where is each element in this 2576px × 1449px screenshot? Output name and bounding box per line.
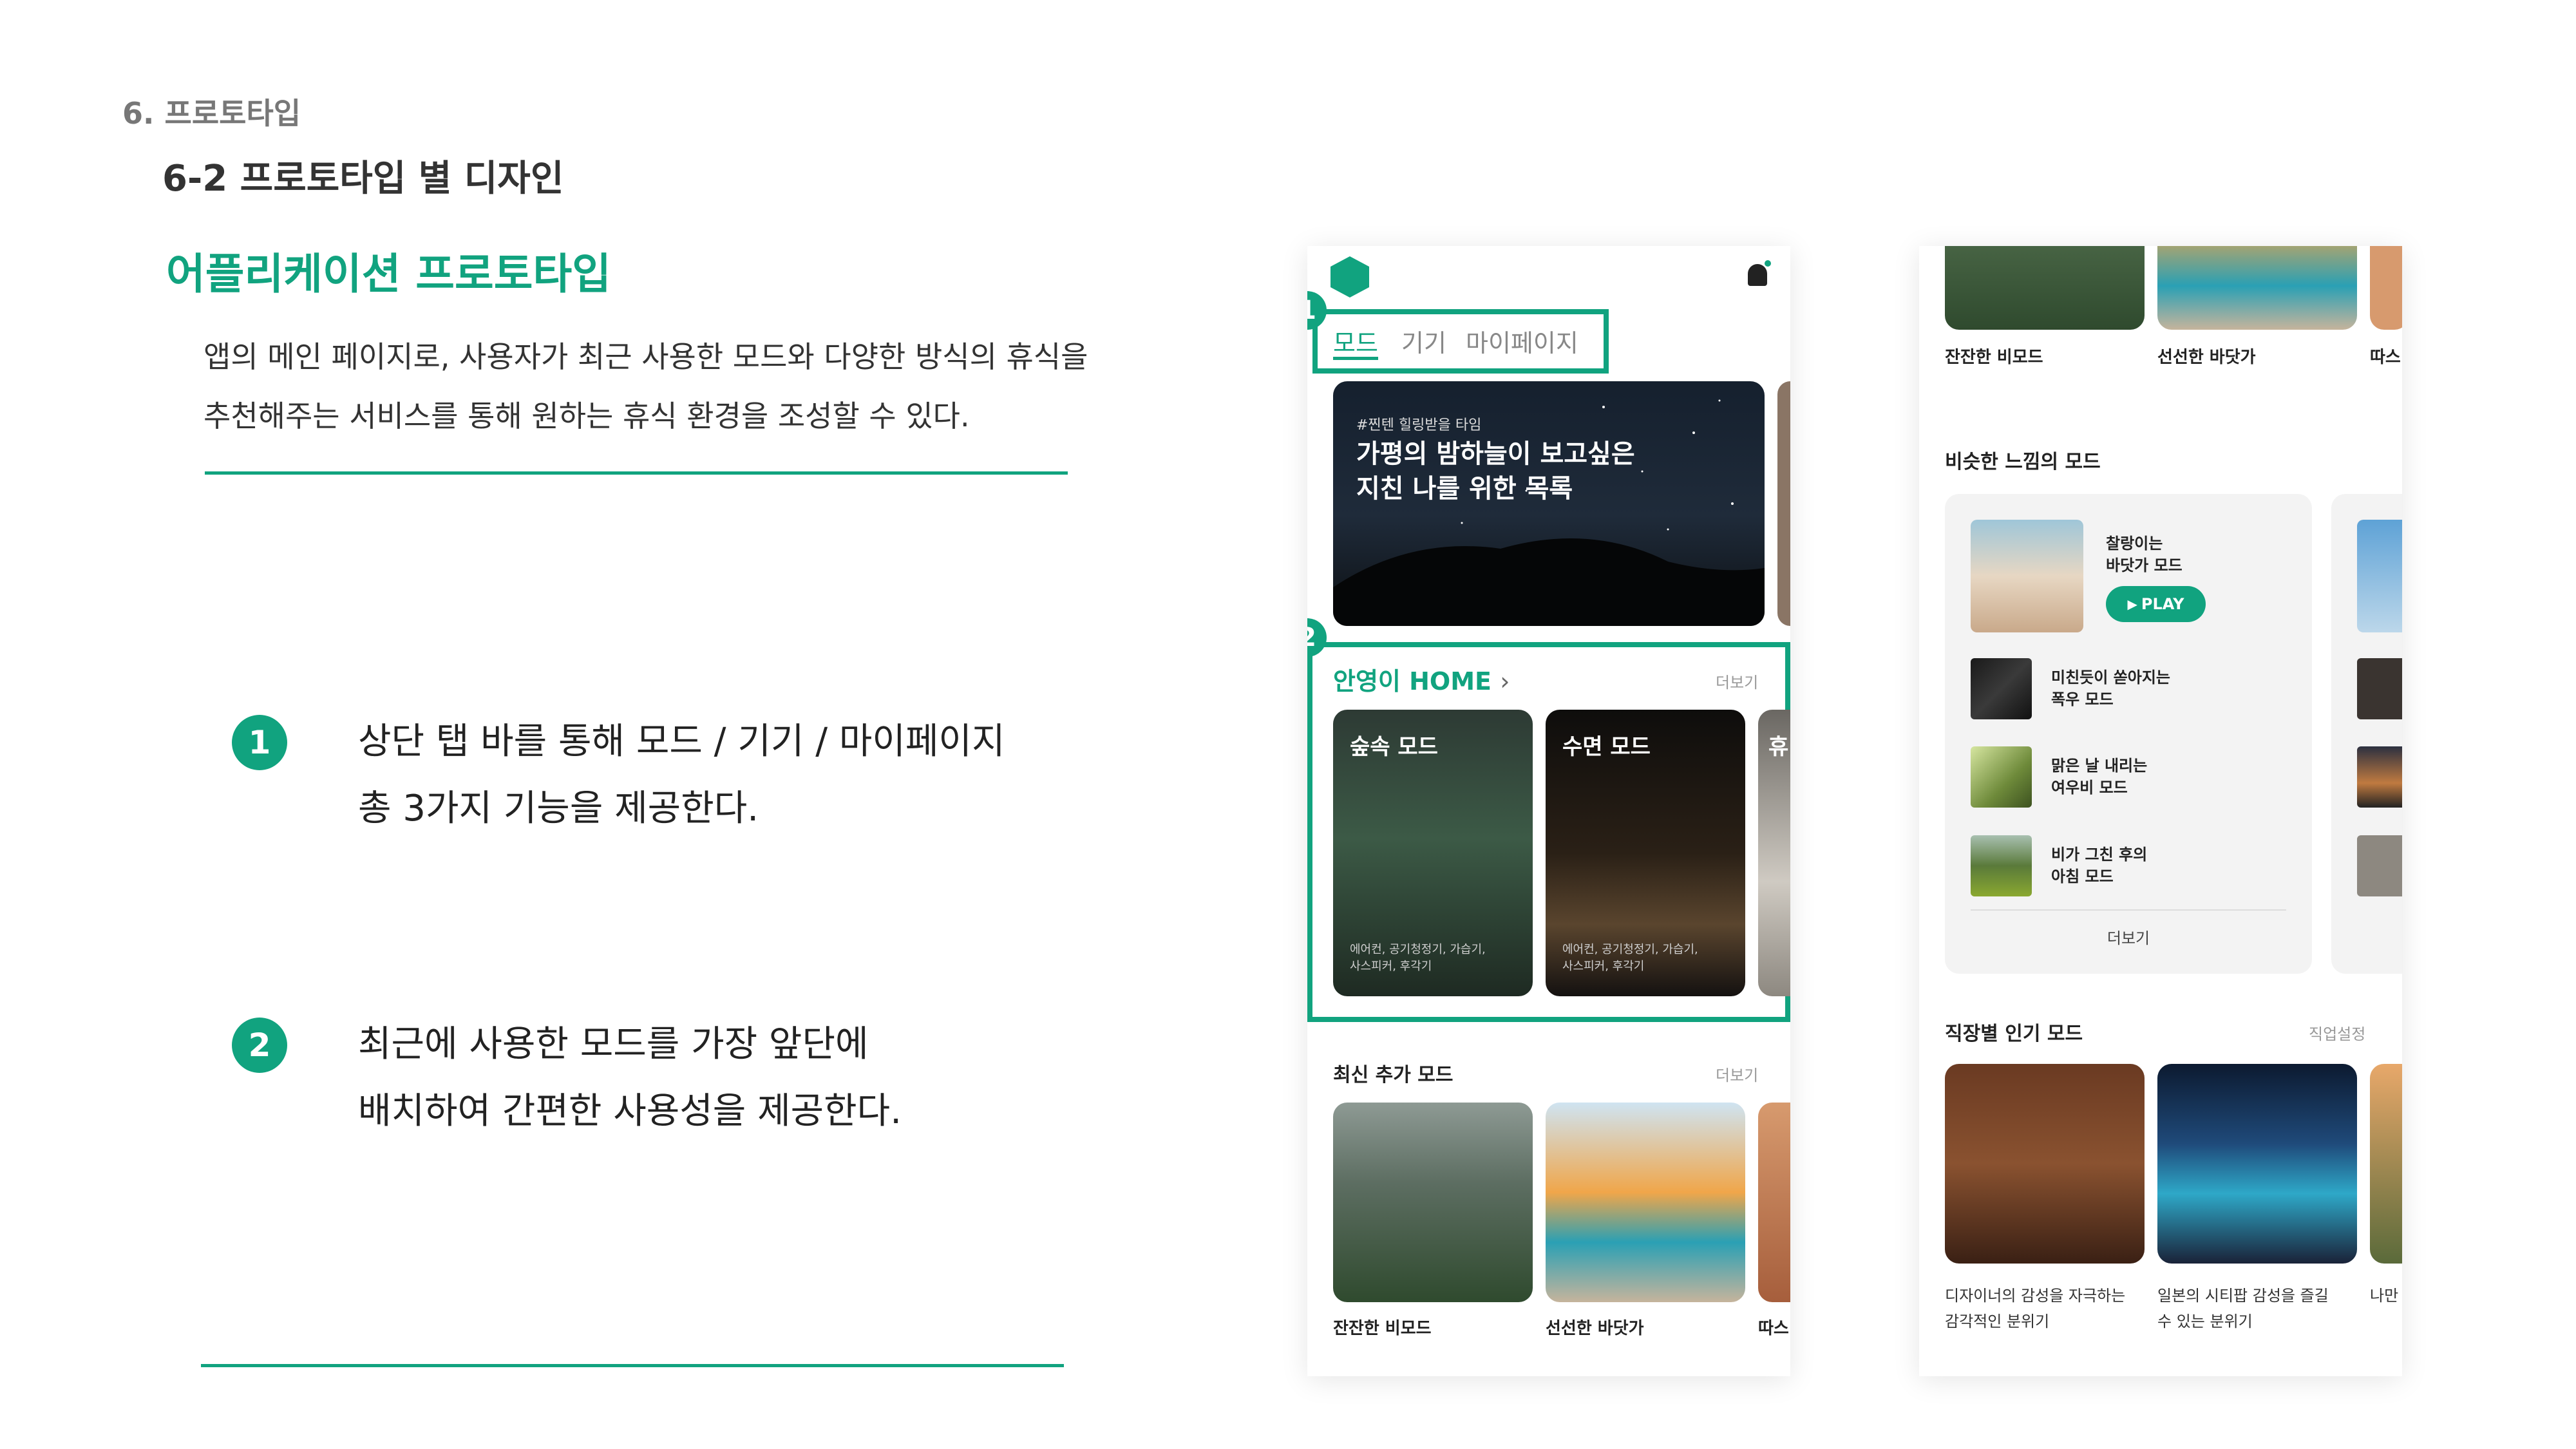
featured-title-line: 찰랑이는 (2106, 535, 2163, 553)
list-item-line: 여우비 모드 (2051, 779, 2128, 797)
play-button[interactable]: ▶ PLAY (2106, 586, 2206, 622)
banner-tag: #찐텐 힐링받을 타임 (1356, 417, 1482, 433)
section-label: 6. 프로토타입 (122, 96, 301, 131)
list-divider (1971, 909, 2286, 911)
banner-title-line: 지친 나를 위한 목록 (1356, 474, 1573, 504)
job-setting-link[interactable]: 직업설정 (2309, 1021, 2365, 1044)
caption-line: 나만 (2370, 1287, 2399, 1305)
home-section-title[interactable]: 안영이 HOME › (1333, 661, 1510, 697)
list-item-line: 맑은 날 내리는 (2051, 757, 2148, 775)
point-line: 총 3가지 기능을 제공한다. (358, 788, 759, 829)
point-number-badge: 1 (232, 715, 287, 770)
mode-card-sleep[interactable]: 수면 모드 에어컨, 공기청정기, 가습기, 사스피커, 후각기 (1546, 710, 1745, 996)
list-item-line: 폭우 모드 (2051, 690, 2114, 708)
home-title-text: 안영이 HOME (1333, 667, 1492, 696)
banner-title-line: 가평의 밤하늘이 보고싶은 (1356, 439, 1635, 469)
more-link[interactable]: 더보기 (1945, 925, 2312, 948)
thumb-label: 선선한 바닷가 (1546, 1319, 1644, 1338)
latest-section-title: 최신 추가 모드 (1333, 1064, 1454, 1086)
more-link[interactable]: 더보기 (1716, 670, 1758, 692)
description-line: 앱의 메인 페이지로, 사용자가 최근 사용한 모드와 다양한 방식의 휴식을 (204, 339, 1088, 374)
bell-icon[interactable] (1748, 264, 1767, 286)
thumb-label: 따스 (1758, 1319, 1789, 1338)
job-item-caption: 나만 (2370, 1283, 2398, 1309)
card-sub-line: 에어컨, 공기청정기, 가습기, (1562, 943, 1698, 956)
more-link[interactable]: 더보기 (1716, 1063, 1758, 1085)
app-logo-icon (1331, 256, 1369, 298)
card-sub-line: 에어컨, 공기청정기, 가습기, (1350, 943, 1486, 956)
list-item-title[interactable]: 비가 그친 후의 아침 모드 (2051, 844, 2147, 887)
point-text: 상단 탭 바를 통해 모드 / 기기 / 마이페이지 총 3가지 기능을 제공한… (358, 708, 1131, 842)
job-section-title: 직장별 인기 모드 (1945, 1023, 2083, 1045)
list-item-line: 미친듯이 쏟아지는 (2051, 668, 2170, 687)
mode-card-forest[interactable]: 숲속 모드 에어컨, 공기청정기, 가습기, 사스피커, 후각기 (1333, 710, 1533, 996)
list-thumb[interactable] (1971, 658, 2032, 719)
thumb-peek[interactable] (2370, 1064, 2402, 1264)
thumb-label: 따스 (2370, 348, 2401, 367)
point-line: 상단 탭 바를 통해 모드 / 기기 / 마이페이지 (358, 721, 1005, 762)
play-label: PLAY (2141, 595, 2184, 613)
list-thumb[interactable] (2357, 658, 2402, 719)
thumb-label: 잔잔한 비모드 (1333, 1319, 1432, 1338)
card-subtitle: 에어컨, 공기청정기, 가습기, 사스피커, 후각기 (1562, 942, 1698, 975)
featured-title: 찰랑이는 바닷가 모드 (2106, 533, 2183, 576)
caption-line: 수 있는 분위기 (2157, 1312, 2253, 1331)
chevron-right-icon: › (1500, 667, 1510, 696)
caption-line: 일본의 시티팝 감성을 즐길 (2157, 1287, 2329, 1305)
sub-section-title: 6-2 프로토타입 별 디자인 (162, 158, 564, 200)
description-line: 추천해주는 서비스를 통해 원하는 휴식 환경을 조성할 수 있다. (204, 399, 970, 433)
app-scrolled-screen: 잔잔한 비모드 선선한 바닷가 따스 비슷한 느낌의 모드 찰랑이는 바닷가 모… (1919, 246, 2402, 1376)
thumb-peek[interactable] (1758, 1103, 1790, 1302)
job-item-caption: 디자이너의 감성을 자극하는 감각적인 분위기 (1945, 1283, 2125, 1334)
card-title: 숲속 모드 (1350, 734, 1438, 760)
thumb-label: 잔잔한 비모드 (1945, 348, 2043, 367)
thumb-designer[interactable] (1945, 1064, 2145, 1264)
thumb-rain[interactable] (1333, 1103, 1533, 1302)
next-banner-peek[interactable] (1777, 381, 1790, 626)
mode-card-peek[interactable]: 휴 (1758, 710, 1790, 996)
list-thumb[interactable] (2357, 835, 2402, 896)
caption-line: 디자이너의 감성을 자극하는 (1945, 1287, 2126, 1305)
point-line: 최근에 사용한 모드를 가장 앞단에 (358, 1023, 869, 1065)
similar-mode-panel: 찰랑이는 바닷가 모드 ▶ PLAY 미친듯이 쏟아지는 폭우 모드 맑은 날 … (1945, 494, 2312, 974)
list-thumb[interactable] (1971, 746, 2032, 808)
card-sub-line: 사스피커, 후각기 (1350, 960, 1432, 973)
thumb-label: 선선한 바닷가 (2157, 348, 2256, 367)
intro-description: 앱의 메인 페이지로, 사용자가 최근 사용한 모드와 다양한 방식의 휴식을 … (204, 327, 1118, 446)
featured-thumb[interactable] (2357, 520, 2402, 632)
card-subtitle: 에어컨, 공기청정기, 가습기, 사스피커, 후각기 (1350, 942, 1486, 975)
job-item-caption: 일본의 시티팝 감성을 즐길 수 있는 분위기 (2157, 1283, 2329, 1334)
caption-line: 감각적인 분위기 (1945, 1312, 2050, 1331)
card-title: 휴 (1768, 734, 1789, 760)
point-line: 배치하여 간편한 사용성을 제공한다. (358, 1090, 902, 1132)
page-title: 어플리케이션 프로토타입 (166, 249, 611, 299)
divider-top (205, 471, 1068, 475)
point-text: 최근에 사용한 모드를 가장 앞단에 배치하여 간편한 사용성을 제공한다. (358, 1011, 1131, 1145)
list-item-title[interactable]: 맑은 날 내리는 여우비 모드 (2051, 755, 2147, 799)
highlight-box-tabs (1312, 309, 1609, 374)
thumb-city[interactable] (2157, 1064, 2357, 1264)
featured-banner[interactable]: #찐텐 힐링받을 타임 가평의 밤하늘이 보고싶은 지친 나를 위한 목록 (1333, 381, 1765, 626)
similar-mode-panel-peek (2331, 494, 2402, 974)
thumb-beach[interactable] (1546, 1103, 1745, 1302)
list-thumb[interactable] (2357, 746, 2402, 808)
notification-dot (1765, 260, 1771, 267)
banner-title: 가평의 밤하늘이 보고싶은 지친 나를 위한 목록 (1356, 437, 1635, 506)
list-thumb[interactable] (1971, 835, 2032, 896)
list-item-line: 아침 모드 (2051, 867, 2114, 886)
thumb-beach[interactable] (2157, 246, 2357, 330)
featured-title-line: 바닷가 모드 (2106, 556, 2183, 574)
play-icon: ▶ (2127, 596, 2137, 612)
list-item-line: 비가 그친 후의 (2051, 846, 2148, 864)
list-item-title[interactable]: 미친듯이 쏟아지는 폭우 모드 (2051, 667, 2170, 710)
thumb-rain[interactable] (1945, 246, 2145, 330)
card-sub-line: 사스피커, 후각기 (1562, 960, 1645, 973)
card-title: 수면 모드 (1562, 734, 1651, 760)
point-number-badge: 2 (232, 1018, 287, 1073)
thumb-peek[interactable] (2370, 246, 2402, 330)
divider-bottom (201, 1364, 1064, 1367)
featured-thumb[interactable] (1971, 520, 2083, 632)
app-main-screen: 모드 기기 마이페이지 1 #찐텐 힐링받을 타임 가평의 밤하늘이 보고싶은 … (1307, 246, 1790, 1376)
similar-section-title: 비슷한 느낌의 모드 (1945, 451, 2101, 473)
